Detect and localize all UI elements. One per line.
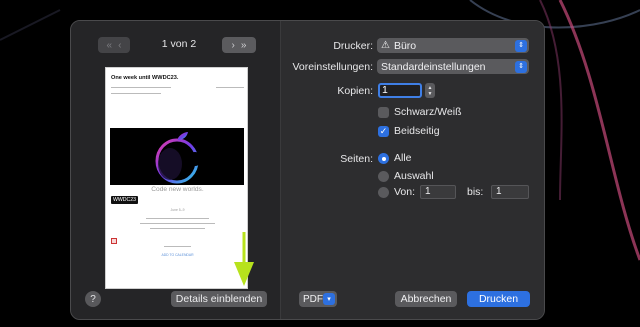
preview-subject: One week until WWDC23. — [111, 75, 179, 81]
bw-label: Schwarz/Weiß — [394, 106, 462, 118]
to-field[interactable]: 1 — [491, 185, 529, 199]
pages-all-label: Alle — [394, 152, 412, 164]
copies-stepper[interactable]: ▲ ▼ — [425, 83, 435, 98]
printer-label: Drucker: — [333, 40, 373, 52]
chevron-down-icon: ▾ — [323, 293, 335, 305]
preview-header-line — [111, 87, 171, 89]
pdf-label: PDF — [303, 293, 323, 305]
copies-label: Kopien: — [337, 85, 373, 97]
copies-field[interactable]: 1 — [378, 83, 422, 98]
preview-badge: WWDC23 — [111, 196, 139, 204]
cancel-button[interactable]: Abbrechen — [395, 291, 457, 307]
desktop: « ‹ 1 von 2 › » One week until WWDC23. C… — [0, 0, 640, 327]
preview-header-line — [216, 87, 244, 89]
double-chevron-left-icon[interactable]: « — [107, 40, 113, 51]
pages-all-radio[interactable] — [378, 153, 389, 164]
from-label: Von: — [394, 186, 416, 198]
pages-label: Seiten: — [340, 153, 373, 165]
checkmark-icon: ✓ — [379, 126, 388, 136]
page-counter: 1 von 2 — [161, 38, 197, 50]
annotation-arrow-icon — [234, 232, 254, 286]
preview-link: ADD TO CALENDAR — [161, 253, 194, 257]
preview-date: June 5–9 — [170, 208, 185, 212]
pages-selection-radio[interactable] — [378, 171, 389, 182]
previous-page-buttons[interactable]: « ‹ — [98, 37, 130, 53]
chevron-up-down-icon: ⇕ — [515, 39, 527, 52]
next-page-buttons[interactable]: › » — [222, 37, 256, 53]
chevron-left-icon[interactable]: ‹ — [118, 40, 121, 51]
chevron-up-down-icon: ⇕ — [515, 60, 527, 73]
show-details-button[interactable]: Details einblenden — [171, 291, 267, 307]
presets-label: Voreinstellungen: — [292, 61, 373, 73]
presets-value: Standardeinstellungen — [381, 60, 486, 73]
preview-stamp-icon — [111, 238, 117, 244]
preview-text-line — [140, 223, 215, 225]
help-button[interactable]: ? — [85, 291, 101, 307]
preview-hero-image — [110, 128, 244, 185]
printer-popup[interactable]: ⚠ Büro ⇕ — [377, 38, 529, 53]
preview-text-line — [164, 246, 191, 248]
pdf-menu-button[interactable]: PDF ▾ — [299, 291, 337, 307]
preview-header-line — [111, 93, 161, 95]
bw-checkbox[interactable] — [378, 107, 389, 118]
chevron-down-icon[interactable]: ▼ — [428, 91, 433, 97]
duplex-label: Beidseitig — [394, 125, 440, 137]
to-label: bis: — [467, 186, 484, 198]
presets-popup[interactable]: Standardeinstellungen ⇕ — [377, 59, 529, 74]
preview-text-line — [146, 218, 209, 220]
pages-selection-label: Auswahl — [394, 170, 434, 182]
preview-text-line — [150, 228, 205, 230]
settings-pane: Drucker: ⚠ Büro ⇕ Voreinstellungen: Stan… — [281, 21, 544, 319]
double-chevron-right-icon[interactable]: » — [241, 40, 247, 51]
warning-icon: ⚠ — [381, 40, 390, 51]
printer-value: Büro — [393, 39, 417, 52]
print-dialog: « ‹ 1 von 2 › » One week until WWDC23. C… — [70, 20, 545, 320]
apple-logo-graphic — [155, 132, 202, 184]
preview-tagline: Code new worlds. — [151, 186, 204, 193]
page-preview: One week until WWDC23. Code new worlds. … — [105, 67, 248, 289]
from-field[interactable]: 1 — [420, 185, 456, 199]
chevron-right-icon[interactable]: › — [232, 40, 235, 51]
print-button[interactable]: Drucken — [467, 291, 530, 307]
duplex-checkbox[interactable]: ✓ — [378, 126, 389, 137]
pages-range-radio[interactable] — [378, 187, 389, 198]
